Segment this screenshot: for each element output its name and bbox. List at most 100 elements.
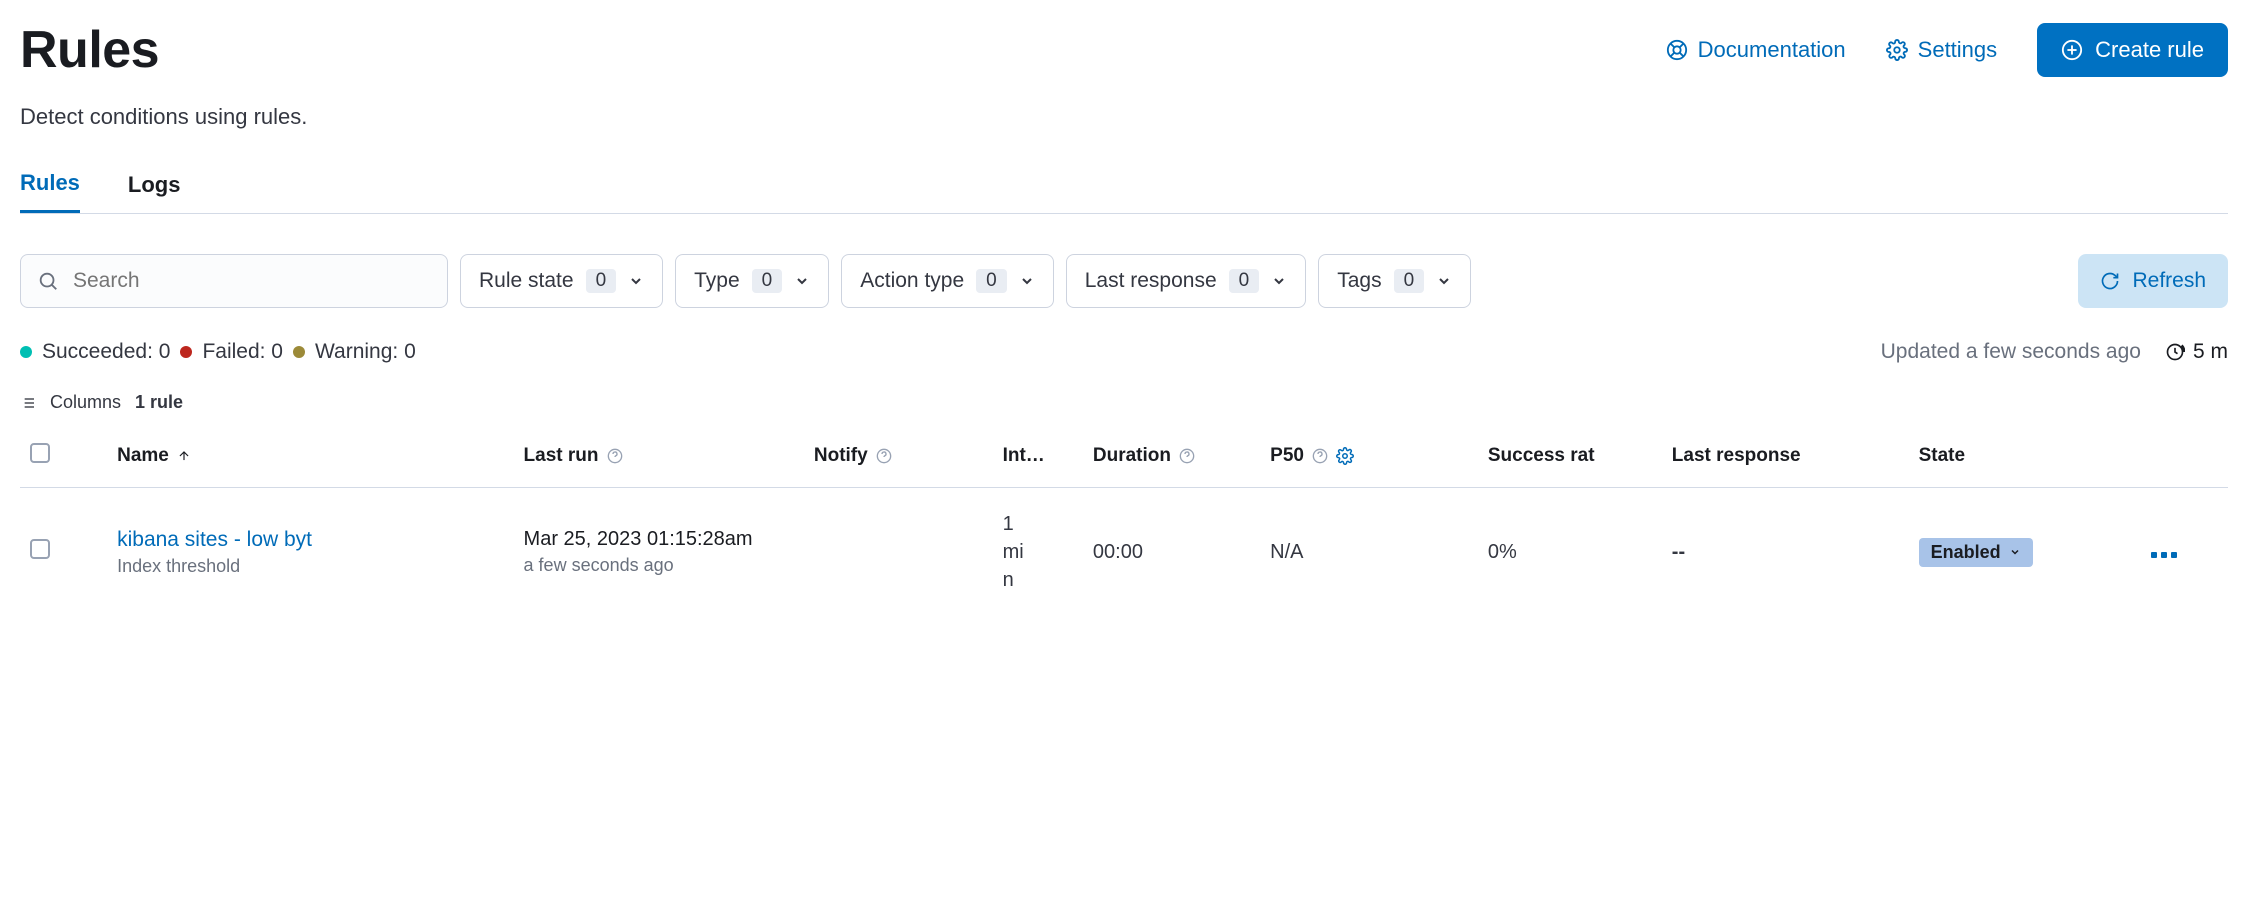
cell-duration: 00:00 [1083,488,1260,617]
col-last-response-label: Last response [1672,445,1801,466]
cell-last-response: -- [1662,488,1909,617]
select-all-checkbox[interactable] [30,443,50,463]
gear-icon[interactable] [1336,447,1354,465]
filter-action-type-count: 0 [976,269,1007,293]
search-icon [37,270,59,292]
filter-tags[interactable]: Tags 0 [1318,254,1471,308]
documentation-link[interactable]: Documentation [1666,37,1846,63]
row-actions-button[interactable] [2151,552,2177,558]
col-checkbox [20,431,107,488]
filter-type-label: Type [694,269,740,293]
table-tools: Columns 1 rule [20,392,2228,413]
row-checkbox[interactable] [30,539,50,559]
filter-rule-state-label: Rule state [479,269,574,293]
col-notify[interactable]: Notify [804,431,993,488]
filter-tags-label: Tags [1337,269,1381,293]
chevron-down-icon [1436,273,1452,289]
filter-rule-state[interactable]: Rule state 0 [460,254,663,308]
plus-circle-icon [2061,39,2083,61]
dot-failed-icon [180,346,192,358]
filter-rule-state-count: 0 [586,269,617,293]
rule-name-link[interactable]: kibana sites - low byt [117,528,503,552]
filter-last-response-count: 0 [1229,269,1260,293]
auto-refresh-interval[interactable]: 5 m [2165,340,2228,364]
filter-action-type-label: Action type [860,269,964,293]
col-state[interactable]: State [1909,431,2141,488]
dot-succeeded-icon [20,346,32,358]
col-actions [2141,431,2228,488]
clock-refresh-icon [2165,342,2185,362]
columns-button[interactable]: Columns [50,392,121,413]
state-label: Enabled [1931,542,2001,563]
interval-value: 5 m [2193,340,2228,364]
refresh-label: Refresh [2132,269,2206,293]
filter-type[interactable]: Type 0 [675,254,829,308]
col-last-run-label: Last run [524,445,599,467]
filter-bar: Rule state 0 Type 0 Action type 0 Last r… [20,254,2228,308]
state-badge[interactable]: Enabled [1919,538,2033,567]
dot-warning-icon [293,346,305,358]
col-p50-label: P50 [1270,445,1304,467]
succeeded-count: Succeeded: 0 [42,340,170,364]
help-icon [1312,448,1328,464]
page-header: Rules Documentation Settings Create rule [20,20,2228,80]
help-icon [1179,448,1195,464]
rules-table: Name Last run Notify Int… [20,431,2228,616]
columns-icon [20,395,36,411]
create-rule-button[interactable]: Create rule [2037,23,2228,77]
filter-last-response-label: Last response [1085,269,1217,293]
gear-icon [1886,39,1908,61]
col-state-label: State [1919,445,1965,466]
sort-asc-icon [177,449,191,463]
page-title: Rules [20,20,159,80]
refresh-button[interactable]: Refresh [2078,254,2228,308]
col-p50[interactable]: P50 [1260,431,1478,488]
search-box[interactable] [20,254,448,308]
filter-tags-count: 0 [1394,269,1425,293]
help-icon [607,448,623,464]
col-last-run[interactable]: Last run [514,431,804,488]
cell-interval: 1 min [993,488,1083,617]
updated-label: Updated a few seconds ago [1881,340,2141,364]
table-header-row: Name Last run Notify Int… [20,431,2228,488]
tab-logs[interactable]: Logs [128,170,181,213]
page-subtitle: Detect conditions using rules. [20,104,2228,130]
cell-notify [804,488,993,617]
chevron-down-icon [628,273,644,289]
filter-type-count: 0 [752,269,783,293]
col-success-rate-label: Success rat [1488,445,1595,466]
cell-success-rate: 0% [1478,488,1662,617]
chevron-down-icon [1019,273,1035,289]
last-run-relative: a few seconds ago [524,555,794,576]
col-interval[interactable]: Int… [993,431,1083,488]
chevron-down-icon [1271,273,1287,289]
rule-type-label: Index threshold [117,556,503,577]
failed-count: Failed: 0 [202,340,283,364]
documentation-label: Documentation [1698,37,1846,63]
col-duration[interactable]: Duration [1083,431,1260,488]
table-row: kibana sites - low byt Index threshold M… [20,488,2228,617]
refresh-icon [2100,271,2120,291]
tabs: Rules Logs [20,170,2228,214]
col-name[interactable]: Name [107,431,513,488]
rule-count: 1 rule [135,392,183,413]
lifebuoy-icon [1666,39,1688,61]
col-name-label: Name [117,445,169,467]
status-row: Succeeded: 0 Failed: 0 Warning: 0 Update… [20,340,2228,364]
chevron-down-icon [794,273,810,289]
cell-p50: N/A [1260,488,1478,617]
help-icon [876,448,892,464]
tab-rules[interactable]: Rules [20,170,80,213]
col-interval-label: Int… [1003,445,1045,466]
filter-action-type[interactable]: Action type 0 [841,254,1053,308]
col-last-response[interactable]: Last response [1662,431,1909,488]
search-input[interactable] [73,269,431,293]
col-duration-label: Duration [1093,445,1171,467]
settings-link[interactable]: Settings [1886,37,1998,63]
filter-last-response[interactable]: Last response 0 [1066,254,1307,308]
warning-count: Warning: 0 [315,340,416,364]
create-rule-label: Create rule [2095,37,2204,63]
col-notify-label: Notify [814,445,868,467]
col-success-rate[interactable]: Success rat [1478,431,1662,488]
status-updated: Updated a few seconds ago 5 m [1881,340,2228,364]
